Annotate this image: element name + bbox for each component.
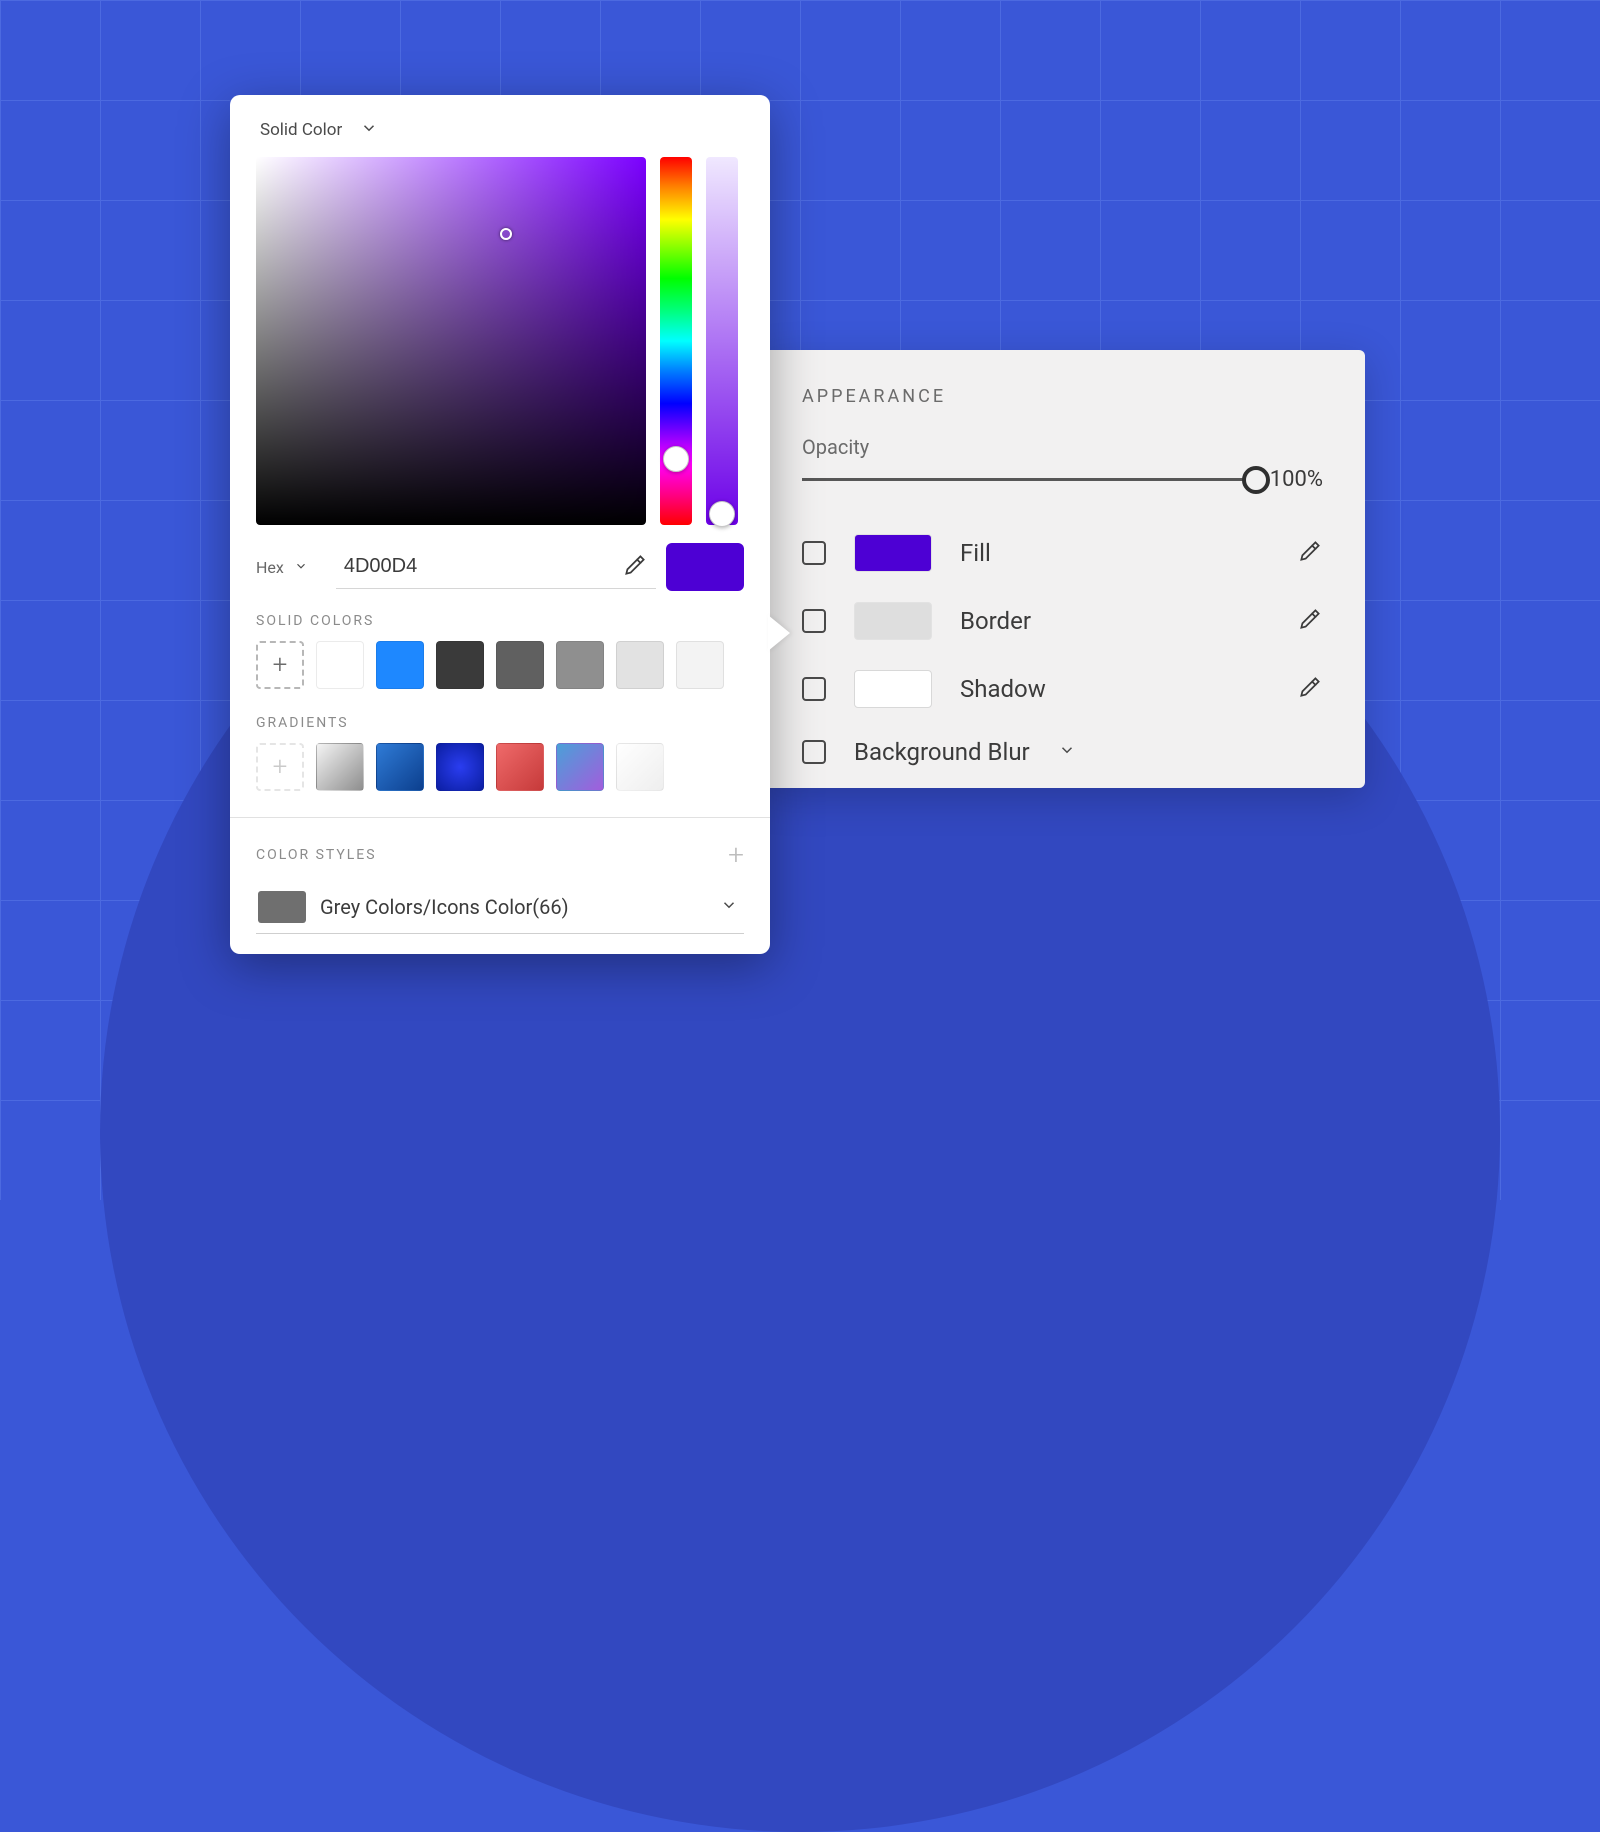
shadow-label: Shadow bbox=[960, 675, 1269, 703]
color-style-name: Grey Colors/Icons Color(66) bbox=[320, 895, 706, 919]
opacity-label: Opacity bbox=[802, 435, 1323, 459]
hex-format-label[interactable]: Hex bbox=[256, 558, 284, 577]
solid-color-swatch[interactable] bbox=[616, 641, 664, 689]
add-gradient-button[interactable]: + bbox=[256, 743, 304, 791]
background-blur-checkbox[interactable] bbox=[802, 740, 826, 764]
popover-caret bbox=[768, 615, 790, 651]
divider bbox=[230, 817, 770, 818]
opacity-slider-handle[interactable] bbox=[1242, 466, 1270, 494]
chevron-down-icon[interactable] bbox=[720, 896, 738, 918]
shadow-swatch[interactable] bbox=[854, 670, 932, 708]
border-label: Border bbox=[960, 607, 1269, 635]
color-mode-label[interactable]: Solid Color bbox=[260, 120, 342, 140]
fill-swatch[interactable] bbox=[854, 534, 932, 572]
saturation-value-field[interactable] bbox=[256, 157, 646, 525]
appearance-panel: APPEARANCE Opacity 100% Fill Border Shad… bbox=[760, 350, 1365, 788]
solid-color-swatch[interactable] bbox=[496, 641, 544, 689]
eyedropper-icon[interactable] bbox=[622, 552, 648, 582]
gradient-swatch[interactable] bbox=[496, 743, 544, 791]
current-color-swatch[interactable] bbox=[666, 543, 744, 591]
eyedropper-icon[interactable] bbox=[1297, 674, 1323, 704]
solid-color-swatch[interactable] bbox=[556, 641, 604, 689]
gradient-swatch[interactable] bbox=[556, 743, 604, 791]
border-swatch[interactable] bbox=[854, 602, 932, 640]
gradient-swatch[interactable] bbox=[436, 743, 484, 791]
hue-slider[interactable] bbox=[660, 157, 692, 525]
add-solid-color-button[interactable]: + bbox=[256, 641, 304, 689]
eyedropper-icon[interactable] bbox=[1297, 606, 1323, 636]
solid-color-swatch[interactable] bbox=[676, 641, 724, 689]
add-color-style-button[interactable]: + bbox=[728, 838, 744, 871]
alpha-handle[interactable] bbox=[709, 501, 735, 527]
hex-input[interactable] bbox=[344, 555, 622, 578]
border-checkbox[interactable] bbox=[802, 609, 826, 633]
solid-color-swatch[interactable] bbox=[436, 641, 484, 689]
gradient-swatch[interactable] bbox=[376, 743, 424, 791]
hue-handle[interactable] bbox=[663, 446, 689, 472]
solid-color-swatch[interactable] bbox=[376, 641, 424, 689]
gradients-label: GRADIENTS bbox=[256, 715, 744, 731]
opacity-slider[interactable] bbox=[802, 478, 1256, 481]
appearance-title: APPEARANCE bbox=[802, 386, 1323, 407]
solid-colors-label: SOLID COLORS bbox=[256, 613, 744, 629]
sv-handle[interactable] bbox=[500, 228, 512, 240]
background-blur-label: Background Blur bbox=[854, 738, 1030, 766]
gradient-swatch[interactable] bbox=[316, 743, 364, 791]
gradient-swatch[interactable] bbox=[616, 743, 664, 791]
solid-colors-row: + bbox=[256, 641, 744, 689]
chevron-down-icon[interactable] bbox=[360, 119, 378, 141]
chevron-down-icon[interactable] bbox=[1058, 741, 1076, 763]
color-style-swatch bbox=[258, 891, 306, 923]
color-picker-popover: Solid Color Hex SOLID COLORS + bbox=[230, 95, 770, 954]
color-styles-label: COLOR STYLES bbox=[256, 847, 377, 863]
shadow-checkbox[interactable] bbox=[802, 677, 826, 701]
color-style-dropdown[interactable]: Grey Colors/Icons Color(66) bbox=[256, 885, 744, 934]
fill-checkbox[interactable] bbox=[802, 541, 826, 565]
chevron-down-icon[interactable] bbox=[294, 558, 308, 577]
gradients-row: + bbox=[256, 743, 744, 791]
alpha-slider[interactable] bbox=[706, 157, 738, 525]
eyedropper-icon[interactable] bbox=[1297, 538, 1323, 568]
fill-label: Fill bbox=[960, 539, 1269, 567]
solid-color-swatch[interactable] bbox=[316, 641, 364, 689]
opacity-value: 100% bbox=[1270, 467, 1323, 492]
